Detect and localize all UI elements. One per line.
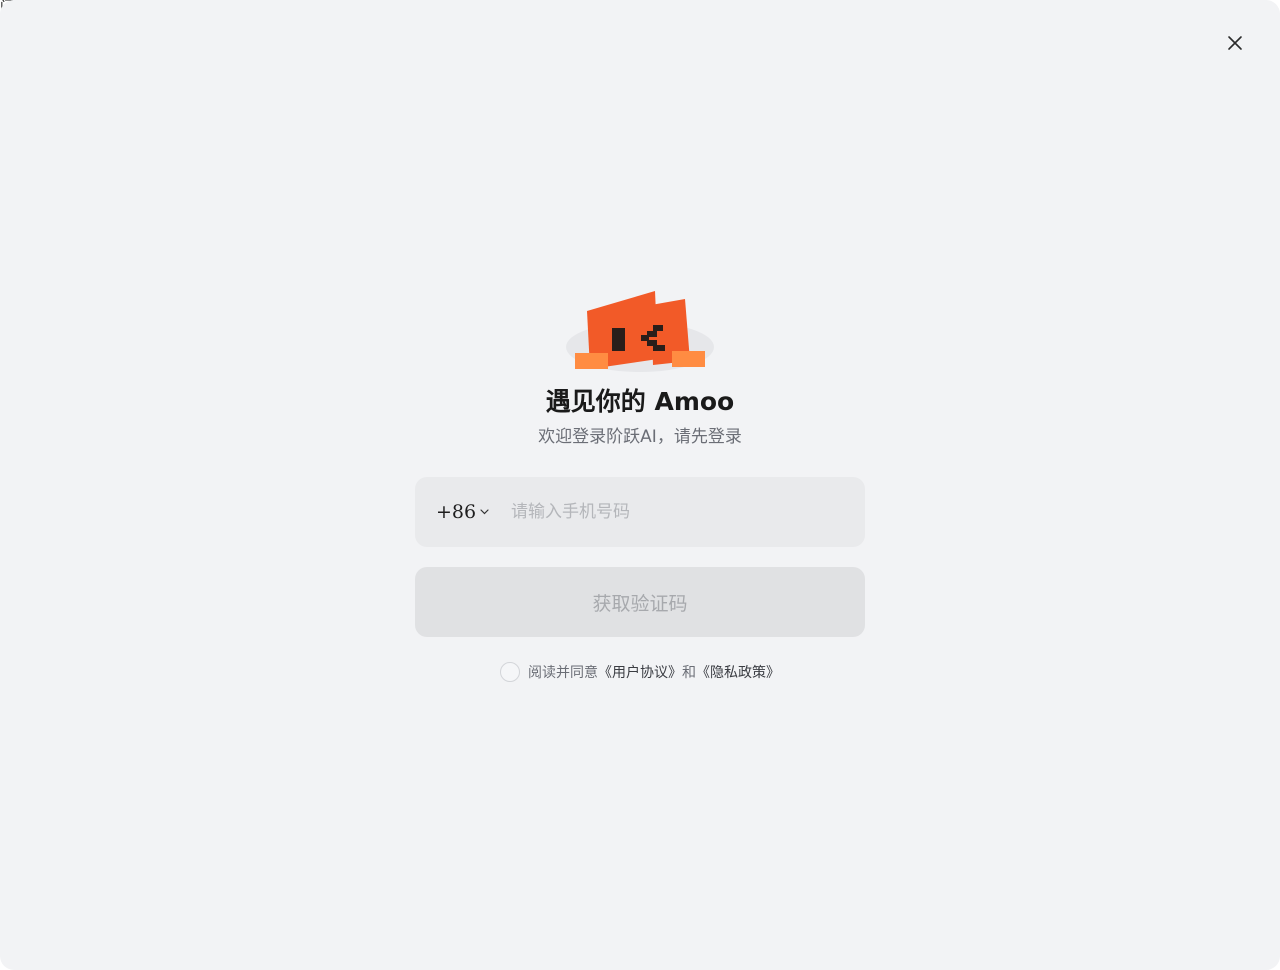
page-subtitle: 欢迎登录阶跃AI，请先登录 (538, 427, 742, 447)
login-modal: 遇见你的 Amoo 欢迎登录阶跃AI，请先登录 +86 获取验证码 阅读并同意 … (0, 0, 1280, 970)
phone-number-input[interactable] (511, 477, 865, 547)
close-icon (1228, 36, 1242, 50)
orange-block-mascot-icon (566, 291, 714, 372)
page-title: 遇见你的 Amoo (545, 387, 735, 416)
privacy-policy-link[interactable]: 《隐私政策》 (696, 662, 780, 682)
agreement-checkbox[interactable] (500, 662, 520, 682)
country-code-label: +86 (436, 501, 477, 523)
user-agreement-link[interactable]: 《用户协议》 (598, 662, 682, 682)
chevron-down-icon (480, 509, 489, 515)
phone-input-group: +86 (415, 477, 865, 547)
agreement-connector: 和 (682, 665, 696, 681)
country-code-selector[interactable]: +86 (436, 497, 511, 527)
close-button[interactable] (1222, 30, 1248, 56)
agreement-row: 阅读并同意 《用户协议》 和 《隐私政策》 (0, 662, 1280, 682)
get-verification-code-button[interactable]: 获取验证码 (415, 567, 865, 637)
agreement-prefix: 阅读并同意 (528, 665, 598, 681)
